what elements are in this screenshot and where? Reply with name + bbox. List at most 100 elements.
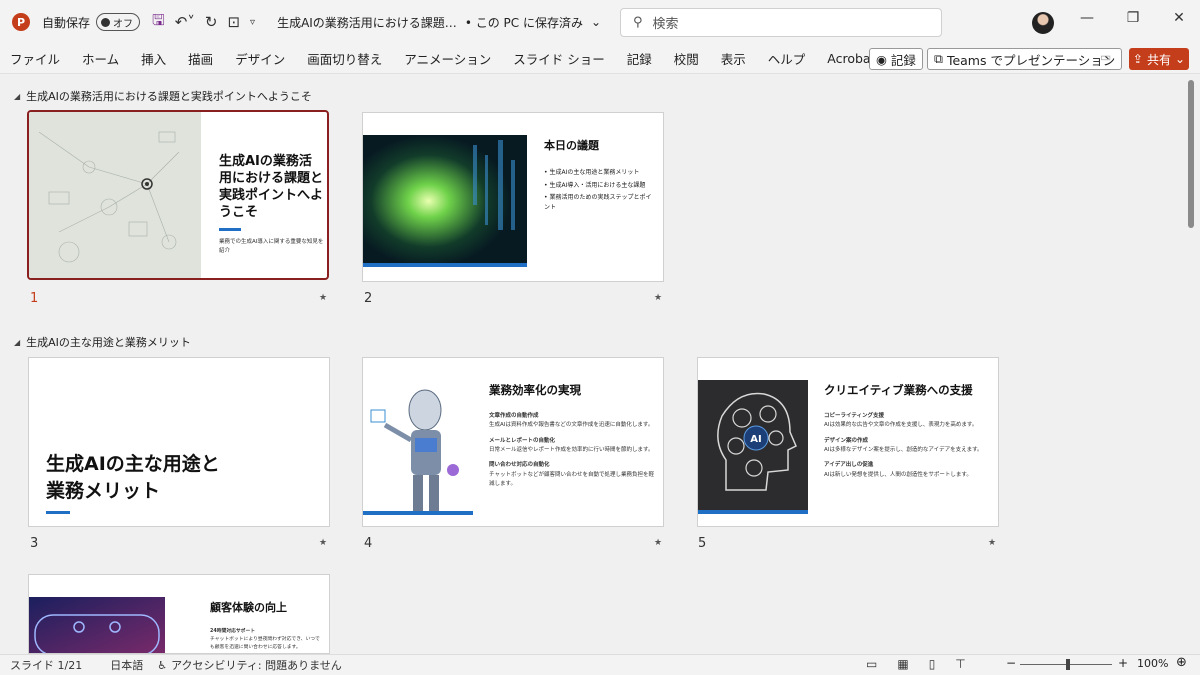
slide-title: 顧客体験の向上 xyxy=(210,601,287,614)
section-title: 生成AIの業務活用における課題と実践ポイントへようこそ xyxy=(26,90,312,103)
item-text: 生成AIは資料作成や報告書などの文章作成を迅速に自動化します。 xyxy=(489,422,654,429)
transition-star-icon: ★ xyxy=(319,293,328,303)
robot-image xyxy=(363,380,473,515)
collapse-triangle-icon: ◢ xyxy=(14,91,21,101)
ai-glow-image xyxy=(363,135,527,267)
search-placeholder: 検索 xyxy=(652,17,679,32)
slide-title: 生成AIの主な用途と 業務メリット xyxy=(46,453,220,502)
share-label: 共有 xyxy=(1146,52,1171,67)
svg-text:AI: AI xyxy=(750,434,761,445)
network-image xyxy=(29,112,201,278)
item-text: チャットボットなどが顧客問い合わせを自動で処理し業務負担を軽減します。 xyxy=(489,471,654,488)
accent-line xyxy=(219,228,241,231)
item-heading: デザイン案の作成 xyxy=(824,437,869,444)
vertical-scrollbar[interactable] xyxy=(1188,80,1194,228)
slide-title: 本日の議題 xyxy=(544,139,599,152)
zoom-in-icon[interactable]: + xyxy=(1118,656,1128,670)
chatbot-image xyxy=(29,597,165,653)
document-title[interactable]: 生成AIの業務活用における課題… • この PC に保存済み ⌄ xyxy=(277,14,601,31)
language[interactable]: 日本語 xyxy=(110,657,143,673)
transition-star-icon: ★ xyxy=(654,293,663,303)
tab-slideshow[interactable]: スライド ショー xyxy=(502,49,615,68)
redo-icon[interactable]: ↻ xyxy=(205,13,218,31)
present-icon[interactable]: ⊡ xyxy=(227,13,240,31)
accessibility-status[interactable]: アクセシビリティ: 問題ありません xyxy=(171,657,342,673)
tab-home[interactable]: ホーム xyxy=(71,49,130,68)
tab-design[interactable]: デザイン xyxy=(224,49,296,68)
zoom-slider-knob[interactable] xyxy=(1066,659,1070,670)
item-list: コピーライティング支援 AIは効果的な広告や文章の作成を支援し、表現力を高めます… xyxy=(824,412,989,480)
tab-insert[interactable]: 挿入 xyxy=(130,49,177,68)
toggle-knob xyxy=(101,17,111,27)
bullet-item: • 生成AI導入・活用における主な課題 xyxy=(544,181,646,189)
transition-star-icon: ★ xyxy=(654,538,663,548)
slide-sorter-icon[interactable]: ▦ xyxy=(897,657,908,671)
accent-line xyxy=(46,511,70,514)
slideshow-view-icon[interactable]: ⊤ xyxy=(955,657,965,671)
save-location: • この PC に保存済み xyxy=(464,15,583,30)
section-header[interactable]: ◢ 生成AIの主な用途と業務メリット xyxy=(14,334,191,350)
autosave-state: オフ xyxy=(113,18,134,30)
restore-button[interactable]: ❐ xyxy=(1118,10,1148,26)
avatar[interactable] xyxy=(1032,12,1054,34)
tab-review[interactable]: 校閲 xyxy=(663,49,710,68)
minimize-button[interactable]: — xyxy=(1072,10,1102,26)
customize-qat-icon[interactable]: ▿ xyxy=(250,17,255,28)
comment-icon[interactable]: ▭ xyxy=(1100,50,1118,68)
slide-thumbnail-4[interactable]: 業務効率化の実現 文章作成の自動作成 生成AIは資料作成や報告書などの文章作成を… xyxy=(362,357,664,527)
zoom-level[interactable]: 100% xyxy=(1137,657,1168,670)
item-list: 文章作成の自動作成 生成AIは資料作成や報告書などの文章作成を迅速に自動化します… xyxy=(489,412,654,489)
section-title: 生成AIの主な用途と業務メリット xyxy=(26,336,191,349)
tab-help[interactable]: ヘルプ xyxy=(757,49,817,68)
record-label: 記録 xyxy=(890,52,916,68)
slide-thumbnail-1[interactable]: 生成AIの業務活用における課題と実践ポイントへようこそ 業務での生成AI導入に関… xyxy=(27,110,329,280)
collapse-triangle-icon: ◢ xyxy=(14,337,21,347)
slide-position: スライド 1/21 xyxy=(10,659,83,672)
bullet-item: • 業務活用のための実践ステップとポイント xyxy=(544,194,652,211)
search-icon: ⚲ xyxy=(633,15,643,30)
tab-transitions[interactable]: 画面切り替え xyxy=(296,49,393,68)
transition-star-icon: ★ xyxy=(319,538,328,548)
powerpoint-icon: P xyxy=(12,13,30,31)
record-icon: ◉ xyxy=(876,51,887,67)
slide-thumbnail-5[interactable]: AI クリエイティブ業務への支援 コピーライティング支援 AIは効果的な広告や文… xyxy=(697,357,999,527)
tab-file[interactable]: ファイル xyxy=(0,49,71,68)
search-input[interactable]: ⚲ 検索 xyxy=(620,8,942,37)
slide-thumbnail-2[interactable]: 本日の議題 • 生成AIの主な用途と業務メリット • 生成AI導入・活用における… xyxy=(362,112,664,282)
tab-animations[interactable]: アニメーション xyxy=(393,49,502,68)
undo-icon[interactable]: ↶˅ xyxy=(175,13,195,31)
teams-present-button[interactable]: ⧉ Teams でプレゼンテーション xyxy=(927,48,1123,70)
transition-star-icon: ★ xyxy=(988,538,997,548)
save-icon[interactable]: 🖫 xyxy=(152,10,165,35)
autosave-toggle[interactable]: オフ xyxy=(96,13,141,31)
item-text: 日常メール返信やレポート作成を効率的に行い時間を節約します。 xyxy=(489,447,654,454)
item-heading: メールとレポートの自動化 xyxy=(489,437,556,444)
record-button[interactable]: ◉ 記録 xyxy=(869,48,923,70)
item-list: 24時間対応サポート チャットボットにより昼夜問わず対応でき、いつでも顧客を迅速… xyxy=(210,628,320,652)
slide-number: 2 xyxy=(364,291,373,306)
item-text: チャットボットにより昼夜問わず対応でき、いつでも顧客を迅速に問い合わせに応答しま… xyxy=(210,637,320,651)
share-button[interactable]: ⇪ 共有 ⌄ xyxy=(1129,48,1189,70)
doc-title-text: 生成AIの業務活用における課題… xyxy=(277,15,457,30)
tab-draw[interactable]: 描画 xyxy=(177,49,224,68)
gear-head-image: AI xyxy=(698,380,808,514)
slide-title: 業務効率化の実現 xyxy=(489,383,581,397)
zoom-out-icon[interactable]: − xyxy=(1006,656,1016,670)
share-icon: ⇪ xyxy=(1132,52,1143,66)
normal-view-icon[interactable]: ▭ xyxy=(866,657,877,671)
slide-number: 3 xyxy=(30,536,39,551)
slide-thumbnail-6[interactable]: 顧客体験の向上 24時間対応サポート チャットボットにより昼夜問わず対応でき、い… xyxy=(28,574,330,654)
accessibility-icon: ♿ xyxy=(157,658,168,672)
tab-view[interactable]: 表示 xyxy=(710,49,757,68)
tab-record[interactable]: 記録 xyxy=(616,49,663,68)
slide-thumbnail-3[interactable]: 生成AIの主な用途と 業務メリット xyxy=(28,357,330,527)
fit-to-window-icon[interactable]: ⊕ xyxy=(1176,655,1187,670)
item-heading: アイデア出しの促進 xyxy=(824,462,874,469)
reading-view-icon[interactable]: ▯ xyxy=(929,657,936,671)
section-header[interactable]: ◢ 生成AIの業務活用における課題と実践ポイントへようこそ xyxy=(14,88,312,104)
close-button[interactable]: ✕ xyxy=(1164,10,1194,26)
view-buttons: ▭ ▦ ▯ ⊤ xyxy=(866,657,966,671)
item-text: AIは新しい発想を提供し、人間の創造性をサポートします。 xyxy=(824,471,972,478)
title-bar: P 自動保存 オフ 🖫 ↶˅ ↻ ⊡ ▿ 生成AIの業務活用における課題… • … xyxy=(0,0,1200,44)
slide-number: 5 xyxy=(698,536,707,551)
